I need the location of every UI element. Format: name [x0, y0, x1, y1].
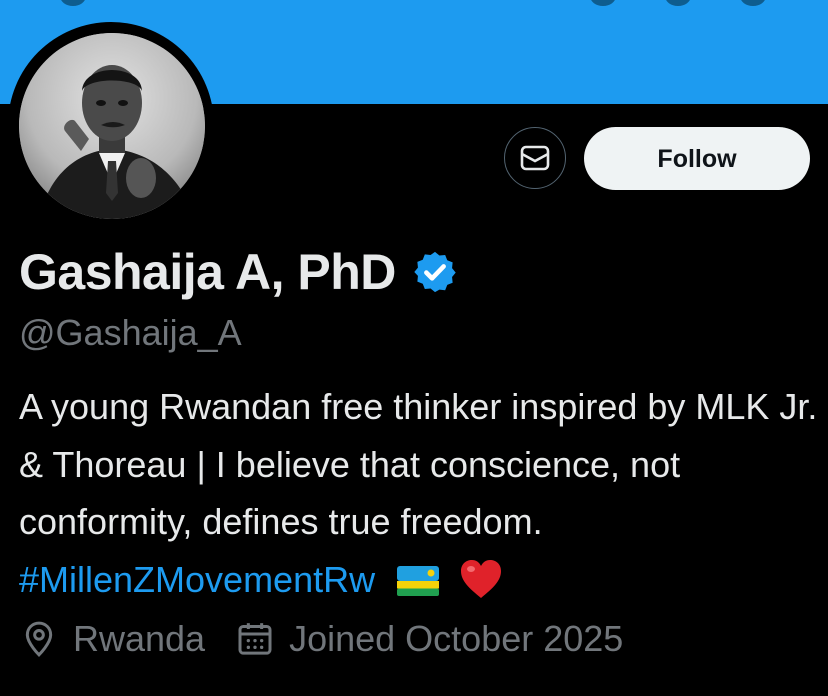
location-item: Rwanda — [19, 614, 205, 664]
location-pin-icon — [25, 621, 53, 657]
joined-item: Joined October 2025 — [235, 614, 623, 664]
verified-badge-icon[interactable] — [412, 249, 458, 295]
follow-button-label: Follow — [657, 145, 737, 173]
profile-name-row: Gashaija A, PhD — [19, 240, 458, 304]
banner-decoration — [60, 0, 86, 6]
profile-meta: Rwanda Joined October 2025 — [19, 614, 623, 664]
bio-hashtag-link[interactable]: #MillenZMovementRw — [19, 559, 375, 600]
avatar[interactable] — [19, 33, 205, 219]
joined-date-text: Joined October 2025 — [289, 618, 624, 659]
follow-button[interactable]: Follow — [584, 127, 810, 190]
profile-handle: @Gashaija_A — [19, 312, 242, 353]
location-text: Rwanda — [73, 618, 206, 659]
message-button[interactable] — [504, 127, 566, 189]
banner-decoration — [665, 0, 691, 6]
banner-decoration — [740, 0, 766, 6]
bio-text: A young Rwandan free thinker inspired by… — [19, 386, 818, 542]
profile-bio: A young Rwandan free thinker inspired by… — [19, 378, 819, 608]
portrait-image — [19, 33, 205, 219]
calendar-icon — [238, 623, 272, 655]
rwanda-flag-icon — [397, 565, 440, 596]
banner-decoration — [590, 0, 616, 6]
display-name: Gashaija A, PhD — [19, 244, 396, 300]
red-heart-icon — [461, 559, 502, 598]
envelope-icon — [520, 145, 550, 171]
